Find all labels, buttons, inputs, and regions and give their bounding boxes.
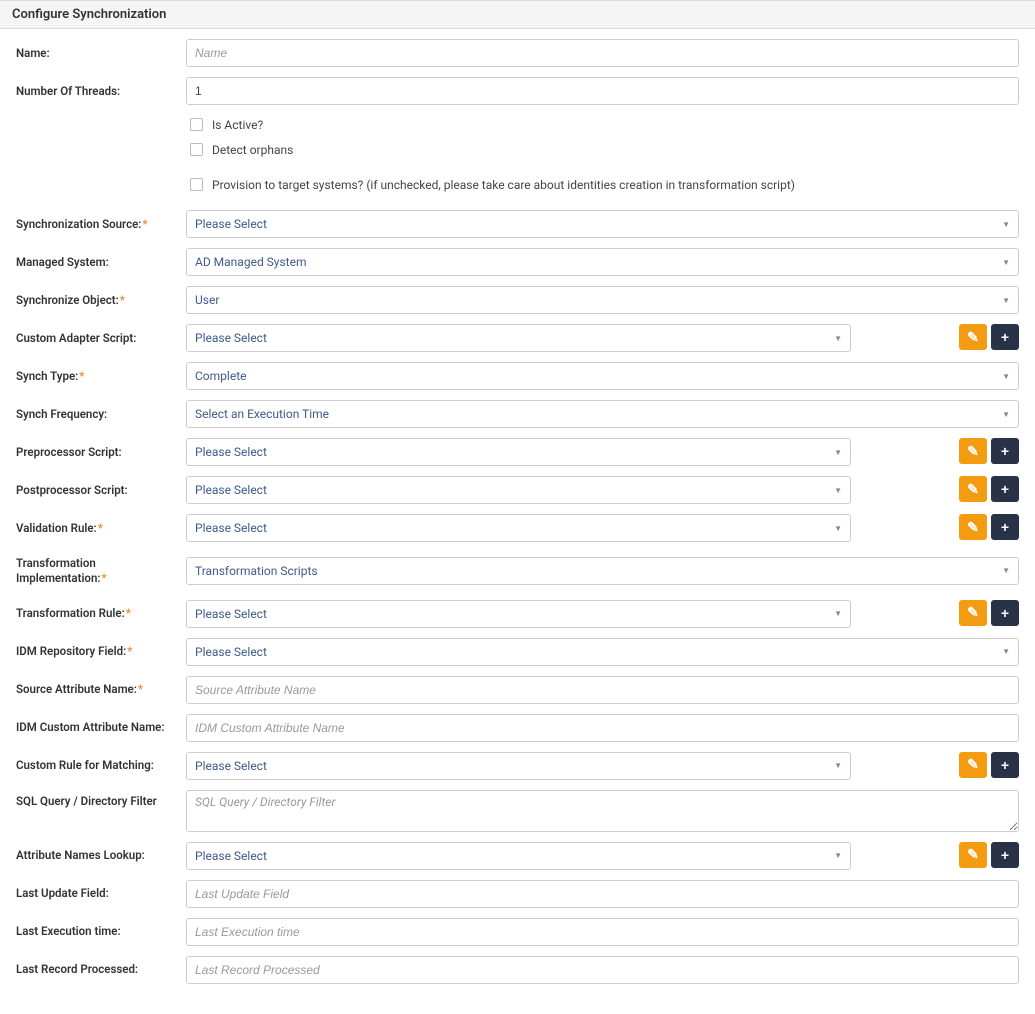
chevron-down-icon: ▼	[1002, 220, 1010, 229]
chevron-down-icon: ▼	[1002, 372, 1010, 381]
is-active-checkbox-row[interactable]: Is Active?	[186, 115, 293, 134]
label-last-update: Last Update Field:	[16, 882, 186, 905]
label-sync-object: Synchronize Object:*	[16, 289, 186, 312]
custom-rule-match-add-button[interactable]: +	[991, 752, 1019, 778]
last-update-input[interactable]	[186, 880, 1019, 908]
transform-rule-select[interactable]: Please Select▼	[186, 600, 851, 628]
transform-rule-edit-button[interactable]: ✎	[959, 600, 987, 626]
label-sql-query: SQL Query / Directory Filter	[16, 790, 186, 813]
last-exec-input[interactable]	[186, 918, 1019, 946]
label-postprocessor: Postprocessor Script:	[16, 479, 186, 502]
pencil-icon: ✎	[967, 329, 979, 346]
name-input[interactable]	[186, 39, 1019, 67]
transform-impl-select[interactable]: Transformation Scripts▼	[186, 557, 1019, 585]
chevron-down-icon: ▼	[1002, 566, 1010, 575]
sync-object-select[interactable]: User▼	[186, 286, 1019, 314]
source-attr-input[interactable]	[186, 676, 1019, 704]
pencil-icon: ✎	[967, 519, 979, 536]
plus-icon: +	[1001, 443, 1009, 459]
label-last-exec: Last Execution time:	[16, 920, 186, 943]
label-sync-source: Synchronization Source:*	[16, 213, 186, 236]
sync-source-select[interactable]: Please Select▼	[186, 210, 1019, 238]
postprocessor-select[interactable]: Please Select▼	[186, 476, 851, 504]
form-body: Name: Number Of Threads: Is Active? Dete…	[0, 29, 1035, 1014]
adapter-script-select[interactable]: Please Select▼	[186, 324, 851, 352]
provision-checkbox[interactable]	[190, 178, 203, 191]
postprocessor-add-button[interactable]: +	[991, 476, 1019, 502]
transform-rule-add-button[interactable]: +	[991, 600, 1019, 626]
managed-system-select[interactable]: AD Managed System▼	[186, 248, 1019, 276]
validation-add-button[interactable]: +	[991, 514, 1019, 540]
label-preprocessor: Preprocessor Script:	[16, 441, 186, 464]
attr-lookup-edit-button[interactable]: ✎	[959, 842, 987, 868]
chevron-down-icon: ▼	[1002, 258, 1010, 267]
threads-input[interactable]	[186, 77, 1019, 105]
label-threads: Number Of Threads:	[16, 80, 186, 103]
plus-icon: +	[1001, 847, 1009, 863]
label-source-attr: Source Attribute Name:*	[16, 678, 186, 701]
label-transform-impl: Transformation Implementation:*	[16, 552, 186, 590]
plus-icon: +	[1001, 757, 1009, 773]
label-transform-rule: Transformation Rule:*	[16, 602, 186, 625]
is-active-label: Is Active?	[212, 118, 263, 132]
pencil-icon: ✎	[967, 443, 979, 460]
chevron-down-icon: ▼	[834, 334, 842, 343]
label-idm-custom-attr: IDM Custom Attribute Name:	[16, 716, 186, 739]
preprocessor-add-button[interactable]: +	[991, 438, 1019, 464]
detect-orphans-checkbox[interactable]	[190, 143, 203, 156]
pencil-icon: ✎	[967, 756, 979, 773]
detect-orphans-label: Detect orphans	[212, 143, 293, 157]
adapter-add-button[interactable]: +	[991, 324, 1019, 350]
preprocessor-select[interactable]: Please Select▼	[186, 438, 851, 466]
validation-edit-button[interactable]: ✎	[959, 514, 987, 540]
preprocessor-edit-button[interactable]: ✎	[959, 438, 987, 464]
synch-freq-select[interactable]: Select an Execution Time▼	[186, 400, 1019, 428]
chevron-down-icon: ▼	[834, 524, 842, 533]
pencil-icon: ✎	[967, 604, 979, 621]
chevron-down-icon: ▼	[834, 448, 842, 457]
label-validation: Validation Rule:*	[16, 517, 186, 540]
custom-rule-match-select[interactable]: Please Select▼	[186, 752, 851, 780]
chevron-down-icon: ▼	[834, 609, 842, 618]
plus-icon: +	[1001, 519, 1009, 535]
provision-label: Provision to target systems? (if uncheck…	[212, 178, 795, 192]
plus-icon: +	[1001, 605, 1009, 621]
is-active-checkbox[interactable]	[190, 118, 203, 131]
validation-select[interactable]: Please Select▼	[186, 514, 851, 542]
chevron-down-icon: ▼	[1002, 647, 1010, 656]
adapter-edit-button[interactable]: ✎	[959, 324, 987, 350]
label-last-record: Last Record Processed:	[16, 958, 186, 981]
label-idm-field: IDM Repository Field:*	[16, 640, 186, 663]
label-attr-lookup: Attribute Names Lookup:	[16, 844, 186, 867]
chevron-down-icon: ▼	[834, 851, 842, 860]
provision-checkbox-row[interactable]: Provision to target systems? (if uncheck…	[186, 175, 795, 194]
sql-query-textarea[interactable]	[186, 790, 1019, 832]
label-adapter-script: Custom Adapter Script:	[16, 327, 186, 350]
label-managed-system: Managed System:	[16, 251, 186, 274]
label-synch-freq: Synch Frequency:	[16, 403, 186, 426]
attr-lookup-add-button[interactable]: +	[991, 842, 1019, 868]
pencil-icon: ✎	[967, 846, 979, 863]
plus-icon: +	[1001, 329, 1009, 345]
attr-lookup-select[interactable]: Please Select▼	[186, 842, 851, 870]
idm-custom-attr-input[interactable]	[186, 714, 1019, 742]
chevron-down-icon: ▼	[1002, 410, 1010, 419]
plus-icon: +	[1001, 481, 1009, 497]
chevron-down-icon: ▼	[834, 761, 842, 770]
last-record-input[interactable]	[186, 956, 1019, 984]
chevron-down-icon: ▼	[834, 486, 842, 495]
label-synch-type: Synch Type:*	[16, 365, 186, 388]
postprocessor-edit-button[interactable]: ✎	[959, 476, 987, 502]
custom-rule-match-edit-button[interactable]: ✎	[959, 752, 987, 778]
idm-field-select[interactable]: Please Select▼	[186, 638, 1019, 666]
detect-orphans-checkbox-row[interactable]: Detect orphans	[186, 140, 293, 159]
chevron-down-icon: ▼	[1002, 296, 1010, 305]
label-custom-rule-match: Custom Rule for Matching:	[16, 754, 186, 777]
synch-type-select[interactable]: Complete▼	[186, 362, 1019, 390]
page-title: Configure Synchronization	[0, 0, 1035, 29]
label-name: Name:	[16, 42, 186, 65]
pencil-icon: ✎	[967, 481, 979, 498]
